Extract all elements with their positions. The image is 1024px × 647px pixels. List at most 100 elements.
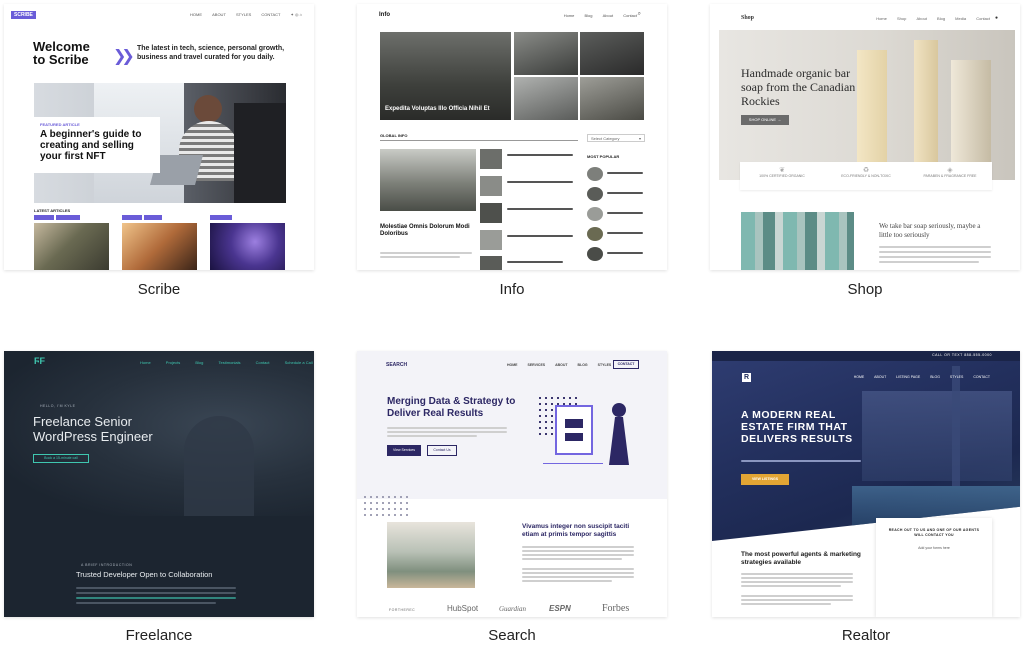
info-nav-home[interactable]: Home (564, 13, 575, 18)
soap-stack-photo[interactable] (741, 212, 854, 270)
shop-nav-shop[interactable]: Shop (897, 16, 906, 21)
info-tile[interactable] (514, 77, 578, 120)
popular-thumb[interactable] (587, 167, 603, 181)
info-nav-about[interactable]: About (603, 13, 613, 18)
search-nav-services[interactable]: SERVICES (527, 363, 545, 367)
office-photo[interactable] (387, 522, 475, 588)
tag-badge[interactable] (210, 215, 232, 220)
scribe-nav-home[interactable]: HOME (190, 12, 202, 17)
realtor-hero[interactable] (712, 351, 1020, 541)
shop-online-button[interactable]: SHOP ONLINE → (741, 115, 789, 125)
shop-nav-contact[interactable]: Contact (976, 16, 990, 21)
cart-icon[interactable]: ● (995, 15, 998, 21)
freelance-nav-home[interactable]: Home (140, 360, 151, 365)
shop-nav-blog[interactable]: Blog (937, 16, 945, 21)
freelance-logo-icon[interactable]: ϜF (34, 356, 45, 366)
popular-thumb[interactable] (587, 187, 603, 201)
article-thumb-people[interactable] (122, 223, 197, 270)
freelance-nav-projects[interactable]: Projects (166, 360, 180, 365)
search-contact-button[interactable]: CONTACT (613, 360, 639, 369)
scribe-nav-styles[interactable]: STYLES (236, 12, 251, 17)
book-call-button[interactable]: Book a 15-minute call (33, 454, 89, 463)
scribe-nav-contact[interactable]: CONTACT (261, 12, 280, 17)
info-nav: Home Blog About Contact (555, 13, 637, 18)
info-logo[interactable]: Info (379, 12, 390, 18)
category-select[interactable]: Select Category ▾ (587, 134, 645, 142)
realtor-nav-listing[interactable]: LISTING PAGE (896, 375, 920, 379)
list-thumb[interactable] (480, 256, 502, 270)
social-icons[interactable]: ✦ ◎ ⌂ (291, 12, 302, 17)
info-tile[interactable] (580, 77, 644, 120)
text-line (741, 577, 853, 579)
theme-card-realtor[interactable]: CALL OR TEXT 888-555-0000 R HOME ABOUT L… (712, 351, 1020, 617)
search-icon[interactable]: ⌕ (638, 11, 641, 18)
freelance-nav-blog[interactable]: Blog (195, 360, 203, 365)
contact-form-field[interactable]: Add your forms here (884, 546, 984, 550)
most-popular-label: MOST POPULAR (587, 154, 620, 159)
scribe-logo[interactable]: SCRIBE (11, 11, 36, 19)
shop-nav-about[interactable]: About (916, 16, 926, 21)
view-services-button[interactable]: View Services (387, 445, 421, 456)
realtor-nav-contact[interactable]: CONTACT (973, 375, 990, 379)
list-thumb[interactable] (480, 230, 502, 250)
realtor-nav-home[interactable]: HOME (854, 375, 865, 379)
tag-badge[interactable] (56, 215, 80, 220)
tag-badge[interactable] (34, 215, 54, 220)
info-hero-image[interactable]: Expedita Voluptas Illo Officia Nihil Et (380, 32, 511, 120)
realtor-nav-styles[interactable]: STYLES (950, 375, 963, 379)
list-thumb[interactable] (480, 203, 502, 223)
info-tile[interactable] (580, 32, 644, 75)
realtor-nav-about[interactable]: ABOUT (874, 375, 886, 379)
featured-title[interactable]: A beginner's guide to creating and selli… (40, 129, 154, 162)
view-listings-button[interactable]: VIEW LISTINGS (741, 474, 789, 485)
info-article-title[interactable]: Molestiae Omnis Dolorum Modi Doloribus (380, 224, 476, 238)
caption-realtor: Realtor (841, 627, 891, 644)
search-nav-about[interactable]: ABOUT (555, 363, 567, 367)
list-thumb[interactable] (480, 149, 502, 169)
search-logo[interactable]: SEARCH (386, 362, 407, 368)
search-nav-home[interactable]: HOME (507, 363, 518, 367)
realtor-logo[interactable]: R (742, 373, 751, 382)
article-thumb-office[interactable] (34, 223, 109, 270)
info-nav-blog[interactable]: Blog (584, 13, 592, 18)
popular-thumb[interactable] (587, 207, 603, 221)
theme-card-shop[interactable]: Shop Home Shop About Blog Media Contact … (710, 4, 1020, 270)
text-line (522, 550, 634, 552)
contact-us-button[interactable]: Contact Us (427, 445, 457, 456)
drop-icon: ◈ (947, 167, 953, 174)
freelance-nav-testimonials[interactable]: Testimonials (219, 360, 241, 365)
shop-nav-home[interactable]: Home (876, 16, 887, 21)
freelance-nav-schedule[interactable]: Schedule a Call (285, 360, 313, 365)
tag-badge[interactable] (122, 215, 142, 220)
search-nav-blog[interactable]: BLOG (578, 363, 588, 367)
theme-card-search[interactable]: SEARCH HOME SERVICES ABOUT BLOG STYLES C… (357, 351, 667, 617)
article-thumb-space[interactable] (210, 223, 285, 270)
info-article-image[interactable] (380, 149, 476, 211)
theme-card-freelance[interactable]: ϜF Home Projects Blog Testimonials Conta… (4, 351, 314, 617)
info-hero-title[interactable]: Expedita Voluptas Illo Officia Nihil Et (385, 106, 505, 112)
info-tile[interactable] (514, 32, 578, 75)
realtor-nav-blog[interactable]: BLOG (930, 375, 940, 379)
phone-label[interactable]: CALL OR TEXT 888-555-0000 (932, 353, 992, 357)
search-nav-styles[interactable]: STYLES (598, 363, 612, 367)
tag-badge[interactable] (144, 215, 162, 220)
scribe-featured-box[interactable]: FEATURED ARTICLE A beginner's guide to c… (34, 117, 160, 173)
text-line (607, 192, 643, 194)
theme-card-info[interactable]: Info Home Blog About Contact ⌕ Expedita … (357, 4, 667, 270)
text-line (522, 576, 634, 578)
dot-grid-pattern (362, 494, 412, 518)
search-headline: Merging Data & Strategy to Deliver Real … (387, 396, 516, 419)
text-line (522, 546, 634, 548)
theme-card-scribe[interactable]: SCRIBE HOME ABOUT STYLES CONTACT ✦ ◎ ⌂ W… (4, 4, 314, 270)
feature-item: ◈ PARABEN & FRAGRANCE FREE (908, 166, 992, 178)
shop-nav-media[interactable]: Media (955, 16, 966, 21)
text-line (879, 261, 979, 263)
scribe-nav-about[interactable]: ABOUT (212, 12, 226, 17)
text-line (507, 208, 573, 210)
popular-thumb[interactable] (587, 227, 603, 241)
freelance-nav-contact[interactable]: Contact (256, 360, 270, 365)
info-nav-contact[interactable]: Contact (623, 13, 637, 18)
shop-logo[interactable]: Shop (741, 15, 754, 21)
popular-thumb[interactable] (587, 247, 603, 261)
list-thumb[interactable] (480, 176, 502, 196)
